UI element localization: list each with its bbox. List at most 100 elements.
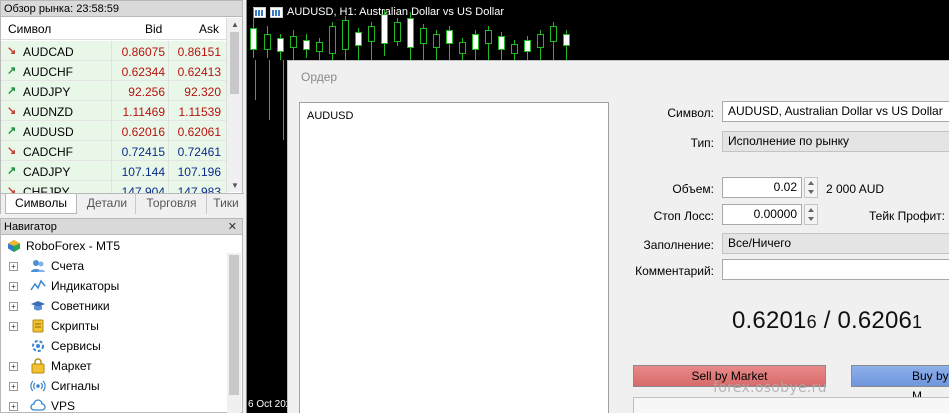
watermark: forex.osobye.ru bbox=[713, 380, 827, 396]
navigator-root-label: RoboForex - MT5 bbox=[26, 239, 121, 253]
column-ask[interactable]: Ask bbox=[199, 22, 219, 36]
market-watch-row[interactable]: ↗ AUDUSD 0.62016 0.62061 bbox=[1, 121, 227, 141]
market-watch-row[interactable]: ↘ AUDNZD 1.11469 1.11539 bbox=[1, 101, 227, 121]
price-separator: / bbox=[816, 307, 838, 334]
arrow-up-icon: ↗ bbox=[7, 125, 17, 137]
scrollbar-thumb[interactable] bbox=[229, 255, 239, 395]
expand-icon[interactable]: + bbox=[9, 361, 18, 371]
symbol-select[interactable]: AUDUSD, Australian Dollar vs US Dollar bbox=[722, 101, 949, 122]
arrow-down-icon: ↘ bbox=[7, 185, 17, 193]
order-dialog: Ордер AUDUSD Символ: AUDUSD, Australian … bbox=[287, 60, 949, 413]
market-watch-row[interactable]: ↗ AUDCHF 0.62344 0.62413 bbox=[1, 61, 227, 81]
scroll-up-icon[interactable]: ▲ bbox=[231, 20, 239, 29]
tab-ticks[interactable]: Тики bbox=[208, 194, 244, 214]
ask-value: 0.62413 bbox=[177, 65, 221, 79]
symbol-name: CADCHF bbox=[23, 145, 73, 159]
chart-title: AUDUSD, H1: Australian Dollar vs US Doll… bbox=[253, 6, 504, 18]
navigator-root[interactable]: RoboForex - MT5 bbox=[7, 238, 120, 254]
market-watch-row[interactable]: ↗ CADJPY 107.144 107.196 bbox=[1, 161, 227, 181]
tab-details[interactable]: Детали bbox=[79, 194, 136, 214]
arrow-down-icon: ↘ bbox=[7, 45, 17, 57]
ask-price: 0.6206 bbox=[837, 307, 913, 334]
accounts-icon bbox=[30, 258, 46, 274]
arrow-up-icon: ↗ bbox=[7, 65, 17, 77]
vps-icon bbox=[30, 398, 46, 413]
market-watch-scrollbar[interactable]: ▲ ▼ bbox=[226, 18, 242, 192]
volume-input[interactable]: 0.02 bbox=[722, 177, 802, 198]
chart-candle-wick bbox=[283, 60, 284, 140]
navigator-title-text: Навигатор bbox=[4, 221, 57, 233]
order-dialog-title: Ордер bbox=[301, 70, 338, 84]
expand-icon[interactable]: + bbox=[9, 381, 18, 391]
order-type-select[interactable]: Исполнение по рынку bbox=[722, 131, 949, 152]
ask-value: 0.72461 bbox=[177, 145, 221, 159]
stop-loss-input[interactable]: 0.00000 bbox=[722, 204, 802, 225]
navigator-panel: Навигатор ✕ RoboForex - MT5 + Счета + Индик… bbox=[0, 218, 243, 413]
volume-stepper[interactable] bbox=[804, 177, 818, 198]
bid-price: 0.6201 bbox=[732, 307, 807, 334]
tab-trading[interactable]: Торговля bbox=[137, 194, 207, 214]
ask-value: 147.983 bbox=[177, 185, 221, 193]
arrow-up-icon: ↗ bbox=[7, 85, 17, 97]
signals-icon bbox=[30, 378, 46, 394]
symbol-name: CHFJPY bbox=[23, 185, 70, 193]
symbol-name: AUDUSD bbox=[23, 125, 74, 139]
market-watch-list: ↘ AUDCAD 0.86075 0.86151 ↗ AUDCHF 0.62344 0.624… bbox=[1, 41, 227, 193]
scripts-icon bbox=[30, 318, 46, 334]
symbol-name: AUDCHF bbox=[23, 65, 73, 79]
scrollbar-thumb[interactable] bbox=[230, 32, 239, 94]
comment-label: Комментарий: bbox=[635, 264, 714, 278]
ask-value: 107.196 bbox=[177, 165, 221, 179]
scroll-down-icon[interactable]: ▼ bbox=[231, 181, 239, 190]
buy-by-market-button[interactable]: Buy by M bbox=[851, 365, 949, 403]
arrow-down-icon: ↘ bbox=[7, 105, 17, 117]
tick-chart-symbol: AUDUSD bbox=[307, 110, 354, 122]
price-display: 0.62016 / 0.62061 bbox=[732, 307, 922, 335]
chart-candle-wick bbox=[269, 60, 270, 120]
navigator-item[interactable]: + Маркет bbox=[9, 357, 229, 375]
navigator-item[interactable]: + Скрипты bbox=[9, 317, 229, 335]
left-panel: Обзор рынка: 23:58:59 Символ Bid Ask ↘ AU… bbox=[0, 0, 244, 413]
fill-policy-select[interactable]: Все/Ничего bbox=[722, 233, 949, 254]
market-watch-row[interactable]: ↘ CADCHF 0.72415 0.72461 bbox=[1, 141, 227, 161]
column-symbol[interactable]: Символ bbox=[8, 22, 51, 36]
market-watch-panel: Обзор рынка: 23:58:59 Символ Bid Ask ↘ AU… bbox=[0, 0, 244, 214]
bid-value: 0.62344 bbox=[121, 65, 165, 79]
ask-value: 92.320 bbox=[184, 85, 221, 99]
indicators-icon bbox=[30, 278, 46, 294]
symbol-name: AUDCAD bbox=[23, 45, 74, 59]
bid-value: 0.62016 bbox=[121, 125, 165, 139]
tab-symbols[interactable]: Символы bbox=[5, 194, 77, 214]
type-label: Тип: bbox=[690, 136, 714, 150]
navigator-item[interactable]: Сервисы bbox=[9, 337, 229, 355]
navigator-item[interactable]: + Сигналы bbox=[9, 377, 229, 395]
navigator-item[interactable]: + Советники bbox=[9, 297, 229, 315]
market-watch-header: Символ Bid Ask bbox=[1, 18, 227, 40]
expand-icon[interactable]: + bbox=[9, 281, 18, 291]
market-watch-row[interactable]: ↗ AUDJPY 92.256 92.320 bbox=[1, 81, 227, 101]
comment-input[interactable] bbox=[722, 259, 949, 280]
chart-window-icon bbox=[253, 6, 266, 18]
expand-icon[interactable]: + bbox=[9, 261, 18, 271]
order-footer-box bbox=[633, 397, 949, 413]
navigator-item[interactable]: + VPS bbox=[9, 397, 229, 413]
navigator-item-label: VPS bbox=[51, 399, 76, 413]
expand-icon[interactable]: + bbox=[9, 301, 18, 311]
roboforex-logo-icon bbox=[8, 240, 20, 252]
navigator-item-label: Индикаторы bbox=[51, 279, 120, 293]
navigator-scrollbar[interactable] bbox=[227, 253, 241, 413]
navigator-item[interactable]: + Индикаторы bbox=[9, 277, 229, 295]
stop-loss-stepper[interactable] bbox=[804, 204, 818, 225]
column-bid[interactable]: Bid bbox=[145, 22, 162, 36]
take-profit-label: Тейк Профит: bbox=[869, 209, 945, 223]
expand-icon[interactable]: + bbox=[9, 401, 18, 411]
expand-icon[interactable]: + bbox=[9, 321, 18, 331]
navigator-item-label: Счета bbox=[51, 259, 85, 273]
market-watch-row[interactable]: ↘ AUDCAD 0.86075 0.86151 bbox=[1, 41, 227, 61]
bid-value: 107.144 bbox=[121, 165, 165, 179]
market-watch-title: Обзор рынка: 23:58:59 bbox=[1, 1, 242, 17]
close-icon[interactable]: ✕ bbox=[228, 219, 237, 234]
arrow-up-icon: ↗ bbox=[7, 165, 17, 177]
navigator-item[interactable]: + Счета bbox=[9, 257, 229, 275]
market-watch-row[interactable]: ↘ CHFJPY 147.904 147.983 bbox=[1, 181, 227, 193]
